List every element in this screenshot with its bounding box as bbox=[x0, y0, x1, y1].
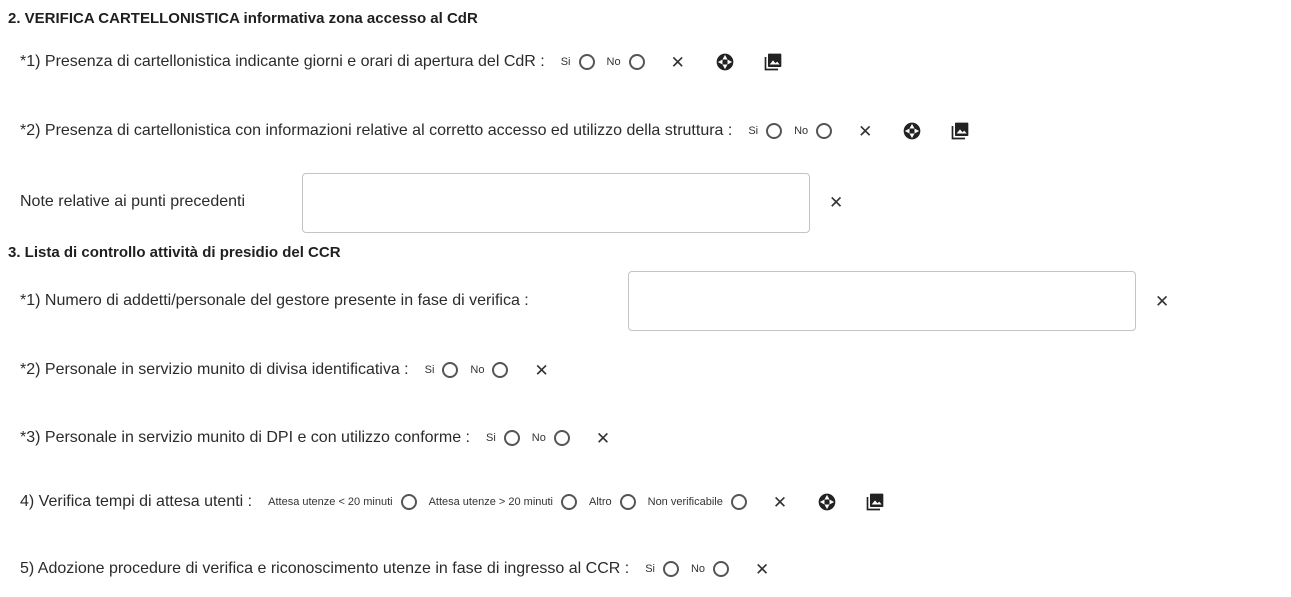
option-no-label: No bbox=[690, 563, 706, 575]
camera-shutter-icon[interactable] bbox=[902, 121, 922, 141]
option-label: Altro bbox=[589, 496, 612, 508]
option-no-label: No bbox=[531, 432, 546, 444]
notes-label: Note relative ai punti precedenti bbox=[20, 193, 246, 210]
section-3-title: 3. Lista di controllo attività di presid… bbox=[8, 244, 341, 261]
radio-no[interactable] bbox=[816, 123, 833, 139]
section-2-title: 2. VERIFICA CARTELLONISTICA informativa … bbox=[8, 10, 478, 27]
question-label: *1) Presenza di cartellonistica indicant… bbox=[20, 53, 545, 70]
option-no-label: No bbox=[794, 125, 809, 137]
question-2-2: *2) Presenza di cartellonistica con info… bbox=[20, 118, 970, 144]
option-no-label: No bbox=[470, 364, 485, 376]
radio-yes[interactable] bbox=[503, 430, 520, 446]
clear-button[interactable]: ✕ bbox=[773, 494, 787, 511]
question-3-4: 4) Verifica tempi di attesa utenti : Att… bbox=[20, 489, 885, 515]
radio-yes[interactable] bbox=[662, 561, 679, 577]
clear-button[interactable]: ✕ bbox=[671, 54, 685, 71]
radio-option-over-20[interactable] bbox=[561, 494, 577, 510]
option-no-label: No bbox=[606, 56, 621, 68]
photo-library-icon[interactable] bbox=[763, 52, 783, 72]
option-label: Attesa utenze > 20 minuti bbox=[428, 496, 553, 508]
option-yes-label: Si bbox=[424, 364, 435, 376]
notes-clear-button[interactable]: ✕ bbox=[829, 194, 843, 211]
question-3-5: 5) Adozione procedure di verifica e rico… bbox=[20, 556, 769, 582]
radio-option-other[interactable] bbox=[619, 494, 636, 510]
staff-count-clear-button[interactable]: ✕ bbox=[1155, 293, 1169, 310]
radio-no[interactable] bbox=[628, 54, 645, 70]
question-label: 4) Verifica tempi di attesa utenti : bbox=[20, 493, 253, 510]
question-3-2: *2) Personale in servizio munito di divi… bbox=[20, 357, 549, 383]
radio-no[interactable] bbox=[553, 430, 570, 446]
radio-no[interactable] bbox=[492, 362, 509, 378]
question-3-3: *3) Personale in servizio munito di DPI … bbox=[20, 425, 610, 451]
notes-input[interactable] bbox=[302, 173, 810, 233]
question-3-1-label: *1) Numero di addetti/personale del gest… bbox=[20, 292, 529, 309]
option-label: Non verificabile bbox=[647, 496, 723, 508]
option-yes-label: Si bbox=[560, 56, 571, 68]
question-label: 5) Adozione procedure di verifica e rico… bbox=[20, 560, 630, 577]
question-label: *3) Personale in servizio munito di DPI … bbox=[20, 429, 470, 446]
option-label: Attesa utenze < 20 minuti bbox=[268, 496, 393, 508]
clear-button[interactable]: ✕ bbox=[755, 561, 769, 578]
photo-library-icon[interactable] bbox=[950, 121, 970, 141]
radio-option-under-20[interactable] bbox=[400, 494, 417, 510]
camera-shutter-icon[interactable] bbox=[715, 52, 735, 72]
camera-shutter-icon[interactable] bbox=[817, 492, 837, 512]
question-label: *2) Presenza di cartellonistica con info… bbox=[20, 122, 733, 139]
clear-button[interactable]: ✕ bbox=[534, 362, 548, 379]
radio-option-not-verifiable[interactable] bbox=[730, 494, 747, 510]
option-yes-label: Si bbox=[645, 563, 655, 575]
radio-yes[interactable] bbox=[442, 362, 459, 378]
clear-button[interactable]: ✕ bbox=[858, 123, 872, 140]
clear-button[interactable]: ✕ bbox=[596, 430, 610, 447]
question-label: *2) Personale in servizio munito di divi… bbox=[20, 361, 409, 378]
option-yes-label: Si bbox=[748, 125, 759, 137]
radio-yes[interactable] bbox=[578, 54, 595, 70]
photo-library-icon[interactable] bbox=[865, 492, 885, 512]
radio-no[interactable] bbox=[713, 561, 730, 577]
staff-count-input[interactable] bbox=[628, 271, 1136, 331]
question-2-1: *1) Presenza di cartellonistica indicant… bbox=[20, 49, 783, 75]
radio-yes[interactable] bbox=[766, 123, 783, 139]
option-yes-label: Si bbox=[485, 432, 496, 444]
